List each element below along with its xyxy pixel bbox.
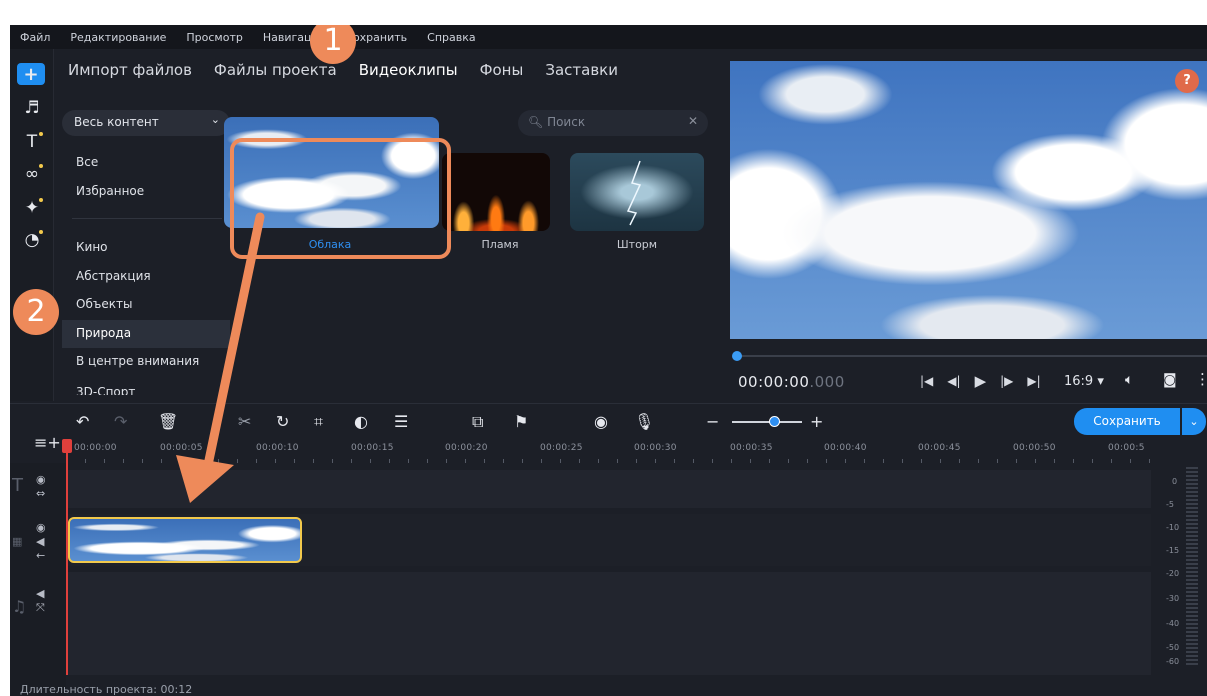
- annotation-badge-2: 2: [13, 289, 59, 335]
- app-window: Файл Редактирование Просмотр Навигация С…: [10, 25, 1207, 696]
- annotation-arrow: [176, 212, 265, 503]
